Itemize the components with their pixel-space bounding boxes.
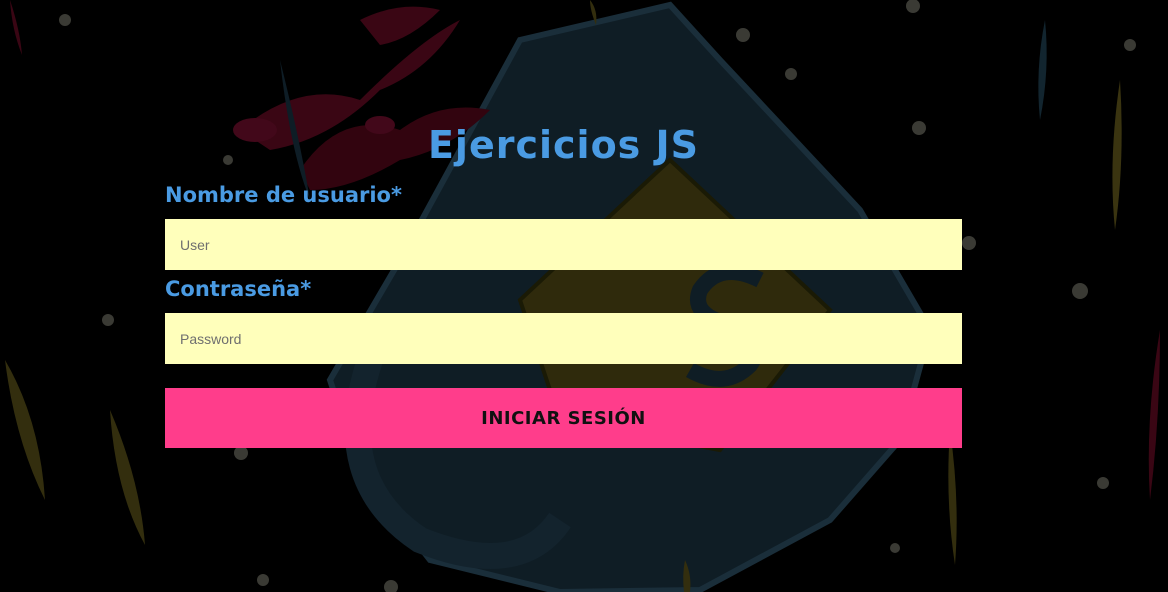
password-label: Contraseña* — [165, 275, 962, 303]
password-required-mark: * — [300, 277, 312, 301]
username-required-mark: * — [390, 183, 402, 207]
username-label: Nombre de usuario* — [165, 181, 962, 209]
password-input[interactable] — [165, 313, 962, 364]
username-label-text: Nombre de usuario — [165, 183, 391, 207]
login-button[interactable]: INICIAR SESIÓN — [165, 388, 962, 448]
login-form: Ejercicios JS Nombre de usuario* Contras… — [165, 120, 962, 448]
page-title: Ejercicios JS — [427, 123, 700, 167]
password-label-text: Contraseña — [165, 277, 301, 301]
username-input[interactable] — [165, 219, 962, 270]
